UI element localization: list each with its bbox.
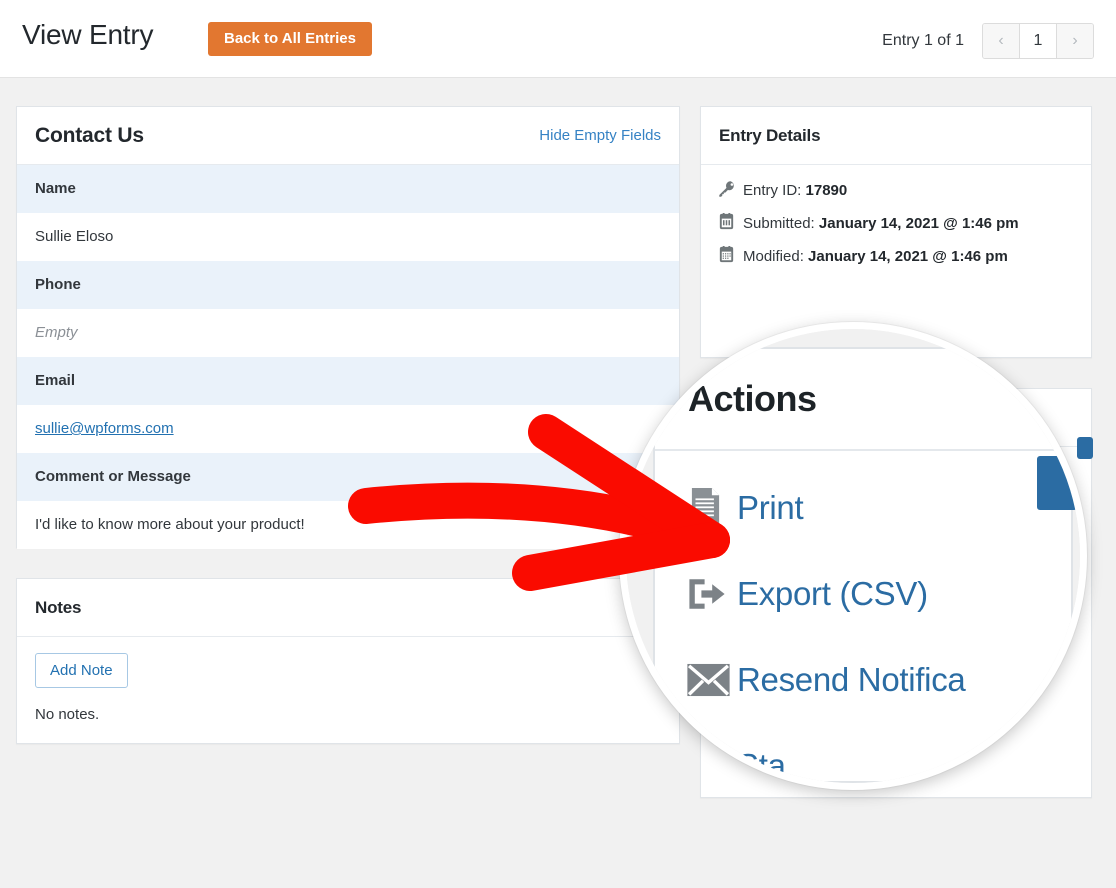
current-page-input[interactable]: 1 bbox=[1019, 24, 1057, 58]
magnified-action-print[interactable]: Print bbox=[655, 465, 1071, 551]
field-label: Comment or Message bbox=[17, 453, 679, 501]
page-title: View Entry bbox=[22, 19, 154, 50]
form-name-title: Contact Us bbox=[35, 123, 144, 147]
field-value: Sullie Eloso bbox=[17, 213, 679, 261]
calendar-icon bbox=[717, 245, 743, 264]
calendar-icon bbox=[717, 212, 743, 231]
notes-title: Notes bbox=[35, 597, 82, 617]
magnified-actions-panel: Actions Print Export (CSV) Resend Notifi… bbox=[653, 347, 1077, 783]
detail-label: Modified: bbox=[743, 248, 804, 265]
magnified-action-export[interactable]: Export (CSV) bbox=[655, 551, 1071, 637]
email-link[interactable]: sullie@wpforms.com bbox=[35, 420, 174, 437]
field-label: Name bbox=[17, 165, 679, 213]
entry-details-body: Entry ID: 17890 Submitted: January 14, 2… bbox=[701, 165, 1091, 292]
detail-row-submitted: Submitted: January 14, 2021 @ 1:46 pm bbox=[717, 210, 1075, 237]
star-icon bbox=[685, 745, 737, 783]
detail-value: January 14, 2021 @ 1:46 pm bbox=[808, 248, 1008, 265]
hide-empty-fields-link[interactable]: Hide Empty Fields bbox=[539, 127, 661, 144]
field-label: Phone bbox=[17, 261, 679, 309]
entry-fields-panel: Contact Us Hide Empty Fields Name Sullie… bbox=[16, 106, 680, 549]
entry-details-header: Entry Details bbox=[701, 107, 1091, 165]
detail-text: Entry ID: 17890 bbox=[743, 177, 1075, 204]
magnifier-lens: Actions Print Export (CSV) Resend Notifi… bbox=[619, 322, 1087, 790]
detail-value: 17890 bbox=[805, 182, 848, 199]
detail-label: Submitted: bbox=[743, 215, 815, 232]
page-header: View Entry Back to All Entries Entry 1 o… bbox=[0, 0, 1116, 78]
envelope-icon bbox=[685, 661, 737, 699]
notes-panel-header: Notes bbox=[17, 579, 679, 637]
field-value: sullie@wpforms.com bbox=[17, 405, 679, 453]
add-note-button[interactable]: Add Note bbox=[35, 653, 128, 688]
magnified-action-resend-notifications[interactable]: Resend Notifica bbox=[655, 637, 1071, 723]
no-notes-text: No notes. bbox=[35, 706, 100, 723]
notes-body: Add Note No notes. bbox=[17, 637, 679, 743]
detail-label: Entry ID: bbox=[743, 182, 802, 199]
detail-value: January 14, 2021 @ 1:46 pm bbox=[818, 215, 1019, 232]
magnified-primary-button-edge[interactable] bbox=[1037, 456, 1077, 510]
magnified-action-label: Print bbox=[737, 489, 804, 526]
export-arrow-icon bbox=[685, 573, 737, 615]
entry-fields-panel-header: Contact Us Hide Empty Fields bbox=[17, 107, 679, 165]
detail-row-modified: Modified: January 14, 2021 @ 1:46 pm bbox=[717, 243, 1075, 270]
magnified-surface: Actions Print Export (CSV) Resend Notifi… bbox=[626, 329, 1080, 783]
field-value: I'd like to know more about your product… bbox=[17, 501, 679, 549]
magnified-actions-list: Print Export (CSV) Resend Notifica Sta bbox=[655, 451, 1071, 784]
field-value-empty: Empty bbox=[17, 309, 679, 357]
next-entry-icon[interactable]: › bbox=[1057, 24, 1093, 58]
detail-text: Modified: January 14, 2021 @ 1:46 pm bbox=[743, 243, 1075, 270]
magnifier-content: Actions Print Export (CSV) Resend Notifi… bbox=[626, 329, 1080, 783]
back-to-all-entries-button[interactable]: Back to All Entries bbox=[208, 22, 372, 56]
previous-entry-icon[interactable]: ‹ bbox=[983, 24, 1019, 58]
magnified-action-star[interactable]: Sta bbox=[655, 723, 1071, 784]
key-icon bbox=[717, 179, 743, 199]
detail-text: Submitted: January 14, 2021 @ 1:46 pm bbox=[743, 210, 1075, 237]
magnified-action-label: Export (CSV) bbox=[737, 575, 928, 612]
magnified-action-label: Resend Notifica bbox=[737, 661, 966, 698]
magnified-action-label: Sta bbox=[737, 747, 786, 784]
pagination-controls: ‹ 1 › bbox=[982, 23, 1094, 59]
magnified-actions-title: Actions bbox=[688, 378, 817, 419]
screen-root: View Entry Back to All Entries Entry 1 o… bbox=[0, 0, 1116, 888]
entry-pagination: Entry 1 of 1 ‹ 1 › bbox=[882, 23, 1094, 59]
detail-row-entry-id: Entry ID: 17890 bbox=[717, 177, 1075, 204]
entry-details-title: Entry Details bbox=[719, 125, 821, 145]
print-page-icon bbox=[685, 486, 737, 530]
magnified-actions-header: Actions bbox=[655, 349, 1071, 451]
field-label: Email bbox=[17, 357, 679, 405]
entry-count-label: Entry 1 of 1 bbox=[882, 32, 964, 49]
entry-details-panel: Entry Details Entry ID: 17890 Submitted:… bbox=[700, 106, 1092, 358]
notes-panel: Notes Add Note No notes. bbox=[16, 578, 680, 744]
